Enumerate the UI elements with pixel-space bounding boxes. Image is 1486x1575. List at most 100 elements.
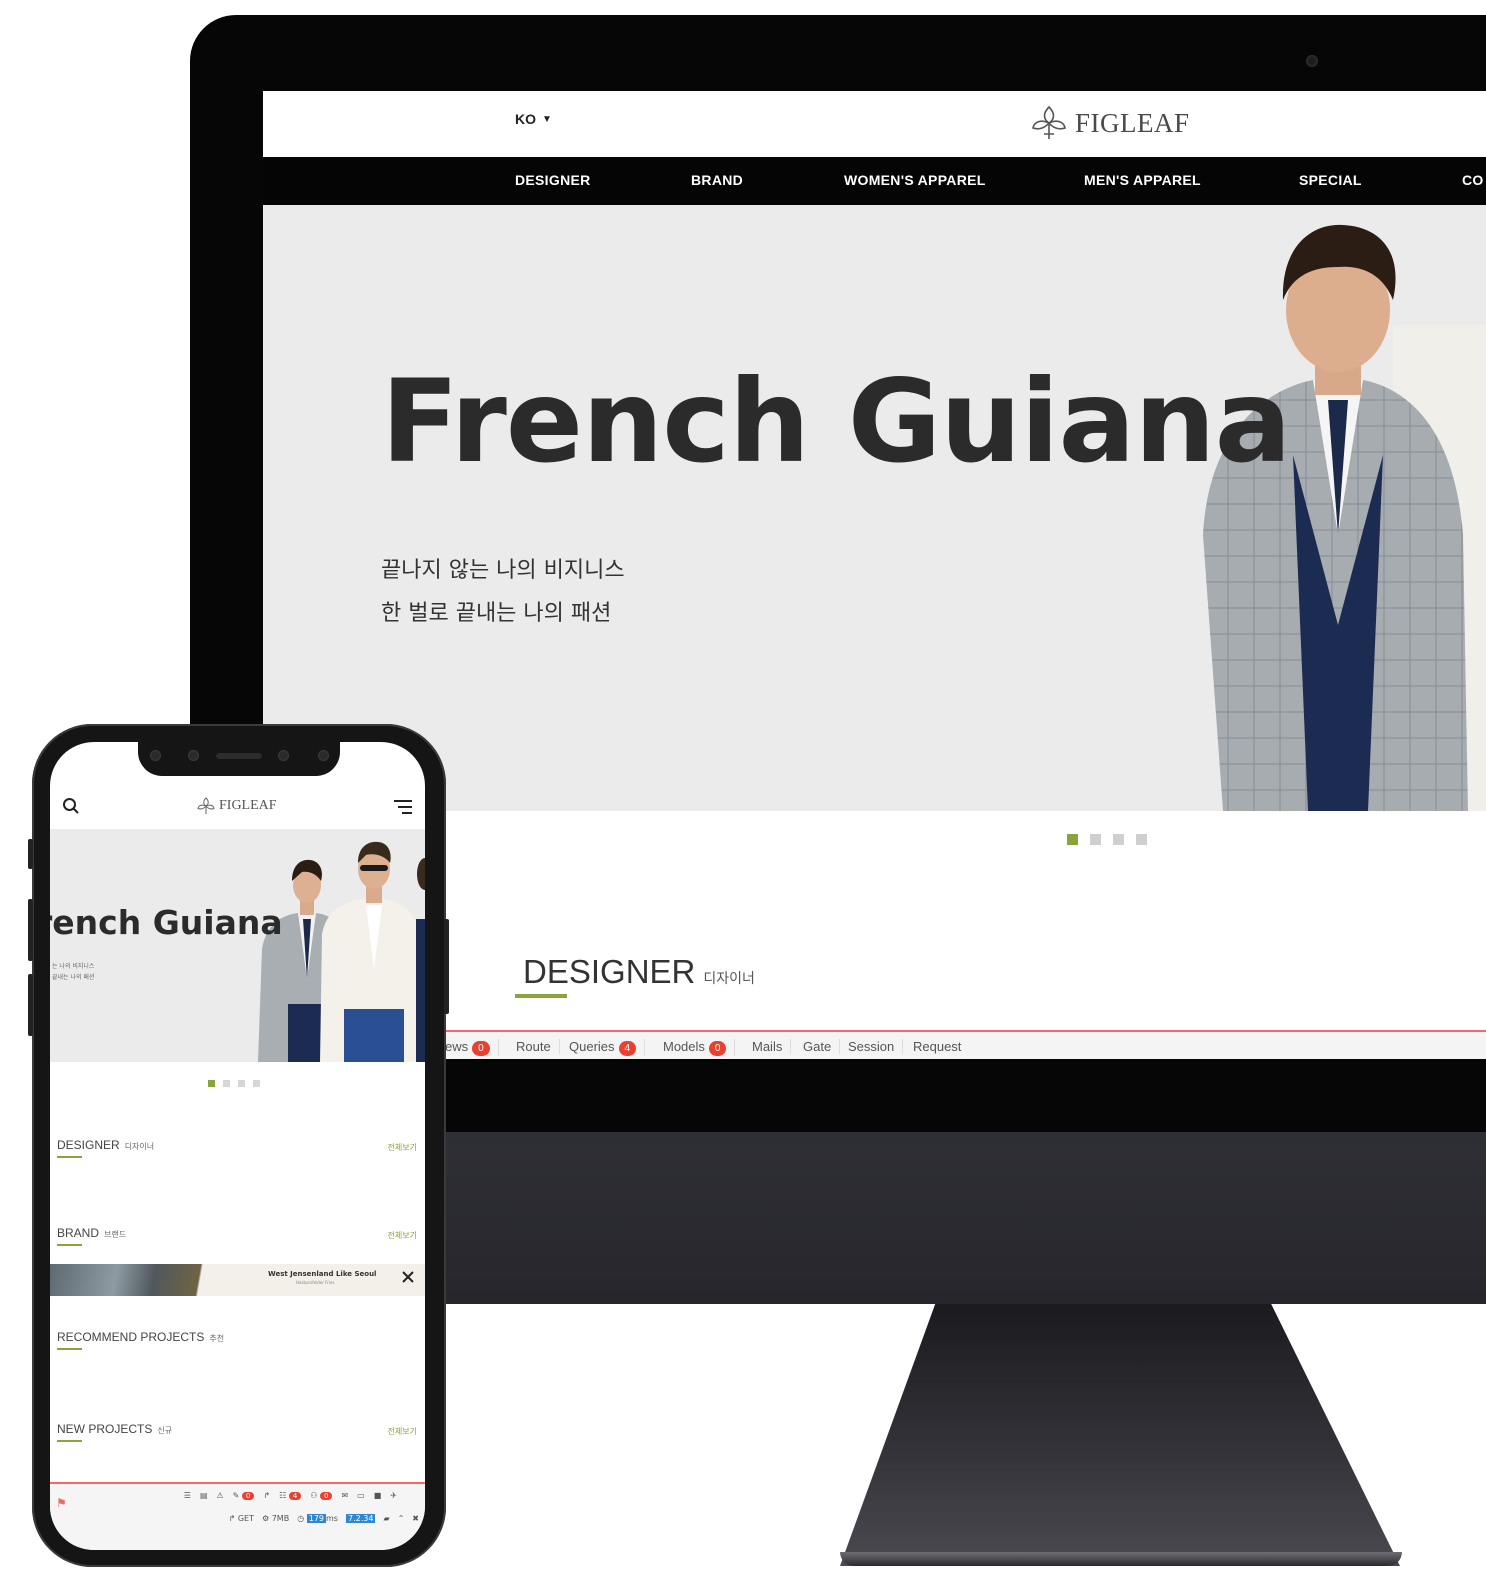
nav-womens-apparel[interactable]: WOMEN'S APPAREL [844,172,986,188]
duration-value: 179 [306,1514,327,1523]
chevron-up-icon[interactable]: ⌃ [398,1514,405,1523]
hero-model-image [1203,224,1486,811]
messages-icon[interactable]: ☰ [184,1491,191,1500]
session-icon[interactable]: ■ [374,1491,382,1500]
php-version: 7.2.34 [345,1514,376,1523]
mobile-slider-dot-2[interactable] [223,1080,230,1087]
mobile-promo-subtitle: Hasbarsfeldor Fries [296,1280,335,1285]
mobile-slider-dot-3[interactable] [238,1080,245,1087]
mobile-debug-bar: ⚑ ☰ ▤ ⚠ ✎ 0 ↱ ☷ 4 ⚇ 0 ✉ ▭ ■ ✈ ↱ GET ⚙ 7M… [50,1482,425,1550]
debug-bar: ews 0 Route Queries 4 Models 0 Mails Gate S… [263,1030,1486,1059]
close-icon[interactable]: ✖ [412,1514,419,1523]
mobile-section-title-ko: 추천 [209,1334,225,1343]
mails-icon[interactable]: ✉ [341,1491,348,1500]
site-header: KO ▼ FIGLEAF [263,91,1486,157]
mobile-section-brand: BRAND 브랜드 [57,1226,126,1240]
nav-co[interactable]: CO [1462,172,1484,188]
duration-unit: ms [326,1514,338,1523]
mobile-slider-pagination [208,1080,260,1087]
mobile-screen: FIGLEAF rench Guiana 는 나의 비지니스 끝내는 나의 패션… [50,742,425,1550]
php-version-value: 7.2.34 [345,1514,376,1523]
mobile-section-underline [57,1156,82,1158]
request-method: ↱ GET [228,1514,254,1523]
request-icon[interactable]: ✈ [390,1491,397,1500]
mobile-promo-image [50,1264,238,1296]
mobile-section-underline [57,1440,82,1442]
queries-icon[interactable]: ☷ 4 [279,1491,302,1500]
monitor-stand-base [840,1552,1402,1566]
caret-down-icon: ▼ [542,114,552,125]
mobile-section-recommend-projects: RECOMMEND PROJECTS 추천 [57,1330,224,1344]
close-icon[interactable] [401,1270,415,1284]
folder-icon[interactable]: ▰ [383,1514,389,1523]
phone-notch [138,742,340,776]
debug-tab-models[interactable]: Models 0 [663,1039,736,1056]
mobile-slider-dot-1[interactable] [208,1080,215,1087]
hero-subtitle-line-1: 끝나지 않는 나의 비지니스 [381,558,625,583]
debug-tab-queries[interactable]: Queries 4 [569,1039,646,1056]
menu-icon[interactable] [393,799,413,815]
camera-icon [1306,55,1318,67]
mobile-section-title: DESIGNER [57,1138,120,1152]
debug-tab-mails[interactable]: Mails [752,1039,792,1054]
debug-tab-route[interactable]: Route [516,1039,560,1054]
monitor-stand [840,1304,1400,1566]
request-method-value: GET [237,1514,254,1523]
slider-dot-3[interactable] [1113,834,1124,845]
sensor-icon [318,750,329,761]
mobile-section-title: NEW PROJECTS [57,1422,153,1436]
debug-views-label: ews [445,1039,469,1054]
debug-models-badge: 0 [708,1041,727,1056]
mobile-promo-title: West Jensenland Like Seoul [268,1270,377,1278]
language-label: KO [515,111,536,127]
hero-banner[interactable]: French Guiana 끝나지 않는 나의 비지니스 한 벌로 끝내는 나의… [263,205,1486,811]
speaker-grille [216,753,262,759]
gate-icon[interactable]: ▭ [357,1491,365,1500]
debug-tab-request[interactable]: Request [913,1039,969,1054]
mobile-section-title-ko: 디자이너 [124,1142,155,1151]
mobile-hero-subtitle: 는 나의 비지니스 끝내는 나의 패션 [52,961,94,983]
mobile-section-underline [57,1244,82,1246]
section-title-text: DESIGNER [523,953,696,990]
main-nav: DESIGNER BRAND WOMEN'S APPAREL MEN'S APP… [263,157,1486,205]
mobile-slider-dot-4[interactable] [253,1080,260,1087]
mobile-hero-models-image [258,841,425,1062]
mobile-view-all-brand[interactable]: 전체보기 [388,1230,417,1241]
debug-tab-gate[interactable]: Gate [803,1039,841,1054]
mobile-view-all-designer[interactable]: 전체보기 [388,1142,417,1153]
nav-brand[interactable]: BRAND [691,172,743,188]
debug-tab-views[interactable]: ews 0 [445,1039,499,1056]
section-underline [515,994,567,998]
mobile-hero-banner[interactable]: rench Guiana 는 나의 비지니스 끝내는 나의 패션 [50,829,425,1062]
slider-dot-1[interactable] [1067,834,1078,845]
request-duration: ◷ 179 ms [297,1514,338,1523]
slider-dot-2[interactable] [1090,834,1101,845]
fig-leaf-logo-icon [1032,105,1066,139]
site-logo[interactable]: FIGLEAF [1029,101,1190,145]
camera-icon [188,750,199,761]
models-icon[interactable]: ⚇ 0 [310,1491,333,1500]
exceptions-icon[interactable]: ⚠ [217,1491,224,1500]
nav-designer[interactable]: DESIGNER [515,172,591,188]
debug-views-badge: 0 [472,1041,490,1056]
mobile-promo-banner[interactable]: West Jensenland Like Seoul Hasbarsfeldor… [50,1264,425,1296]
language-selector[interactable]: KO ▼ [515,111,552,127]
mobile-hero-subtitle-line-2: 끝내는 나의 패션 [52,974,95,981]
timeline-icon[interactable]: ▤ [200,1491,208,1500]
views-icon[interactable]: ✎ 0 [233,1491,255,1500]
route-icon[interactable]: ↱ [263,1491,270,1500]
nav-special[interactable]: SPECIAL [1299,172,1362,188]
search-icon[interactable] [62,797,80,815]
slider-dot-4[interactable] [1136,834,1147,845]
mobile-logo[interactable]: FIGLEAF [196,796,277,816]
mobile-section-title: RECOMMEND PROJECTS [57,1330,205,1344]
phone-volume-down [28,974,33,1036]
hero-title: French Guiana [381,355,1292,488]
memory-usage: ⚙ 7MB [262,1514,290,1523]
mobile-view-all-new-projects[interactable]: 전체보기 [388,1426,417,1437]
phone-volume-up [28,899,33,961]
debug-tab-session[interactable]: Session [848,1039,904,1054]
mobile-header: FIGLEAF [50,787,425,829]
mobile-debug-status-row: ↱ GET ⚙ 7MB ◷ 179 ms 7.2.34 ▰ ⌃ ✖ [50,1514,425,1523]
nav-mens-apparel[interactable]: MEN'S APPAREL [1084,172,1201,188]
